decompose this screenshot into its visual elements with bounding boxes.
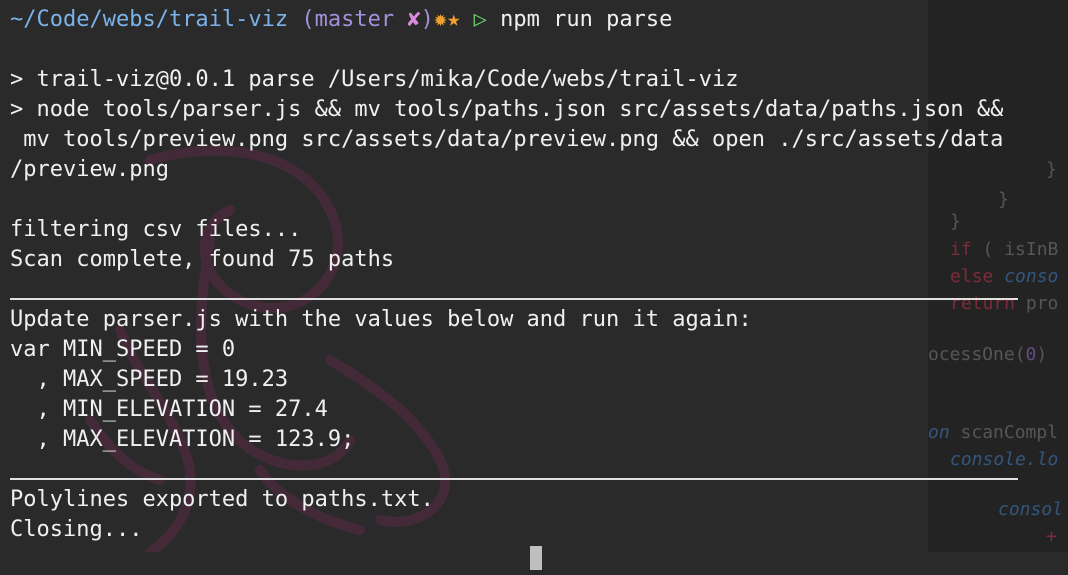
output-exported: Polylines exported to paths.txt. xyxy=(10,487,434,512)
prompt-arrow-icon: ▷ xyxy=(473,7,487,32)
output-divider xyxy=(10,275,1068,305)
prompt-command: npm run parse xyxy=(500,7,673,32)
output-closing: Closing... xyxy=(10,517,143,542)
output-update-message: Update parser.js with the values below a… xyxy=(10,307,752,332)
output-scan: Scan complete, found 75 paths xyxy=(10,247,395,272)
prompt-line: ~/Code/webs/trail-viz (master ✘)✹★ ▷ npm… xyxy=(10,5,1068,35)
git-branch-close: ) xyxy=(420,7,434,32)
output-var-max-speed: , MAX_SPEED = 19.23 xyxy=(10,367,289,392)
output-divider xyxy=(10,455,1068,485)
prompt-path: ~/Code/webs/trail-viz xyxy=(10,7,289,32)
output-var-min-elevation: , MIN_ELEVATION = 27.4 xyxy=(10,397,328,422)
git-dirty-icon: ✘ xyxy=(407,7,421,32)
output-var-min-speed: var MIN_SPEED = 0 xyxy=(10,337,236,362)
git-status-icons: ✹★ xyxy=(433,7,461,32)
git-branch: master xyxy=(314,7,395,32)
prompt-line-partial xyxy=(10,545,1068,575)
script-command-line: mv tools/preview.png src/assets/data/pre… xyxy=(10,127,1004,152)
git-branch-open: ( xyxy=(301,7,315,32)
output-filtering: filtering csv files... xyxy=(10,217,302,242)
terminal-output[interactable]: ~/Code/webs/trail-viz (master ✘)✹★ ▷ npm… xyxy=(10,5,1068,570)
script-header: > trail-viz@0.0.1 parse /Users/mika/Code… xyxy=(10,67,739,92)
script-command-line: /preview.png xyxy=(10,157,169,182)
script-command-line: > node tools/parser.js && mv tools/paths… xyxy=(10,97,1004,122)
output-var-max-elevation: , MAX_ELEVATION = 123.9; xyxy=(10,427,355,452)
terminal-cursor[interactable] xyxy=(530,546,542,570)
